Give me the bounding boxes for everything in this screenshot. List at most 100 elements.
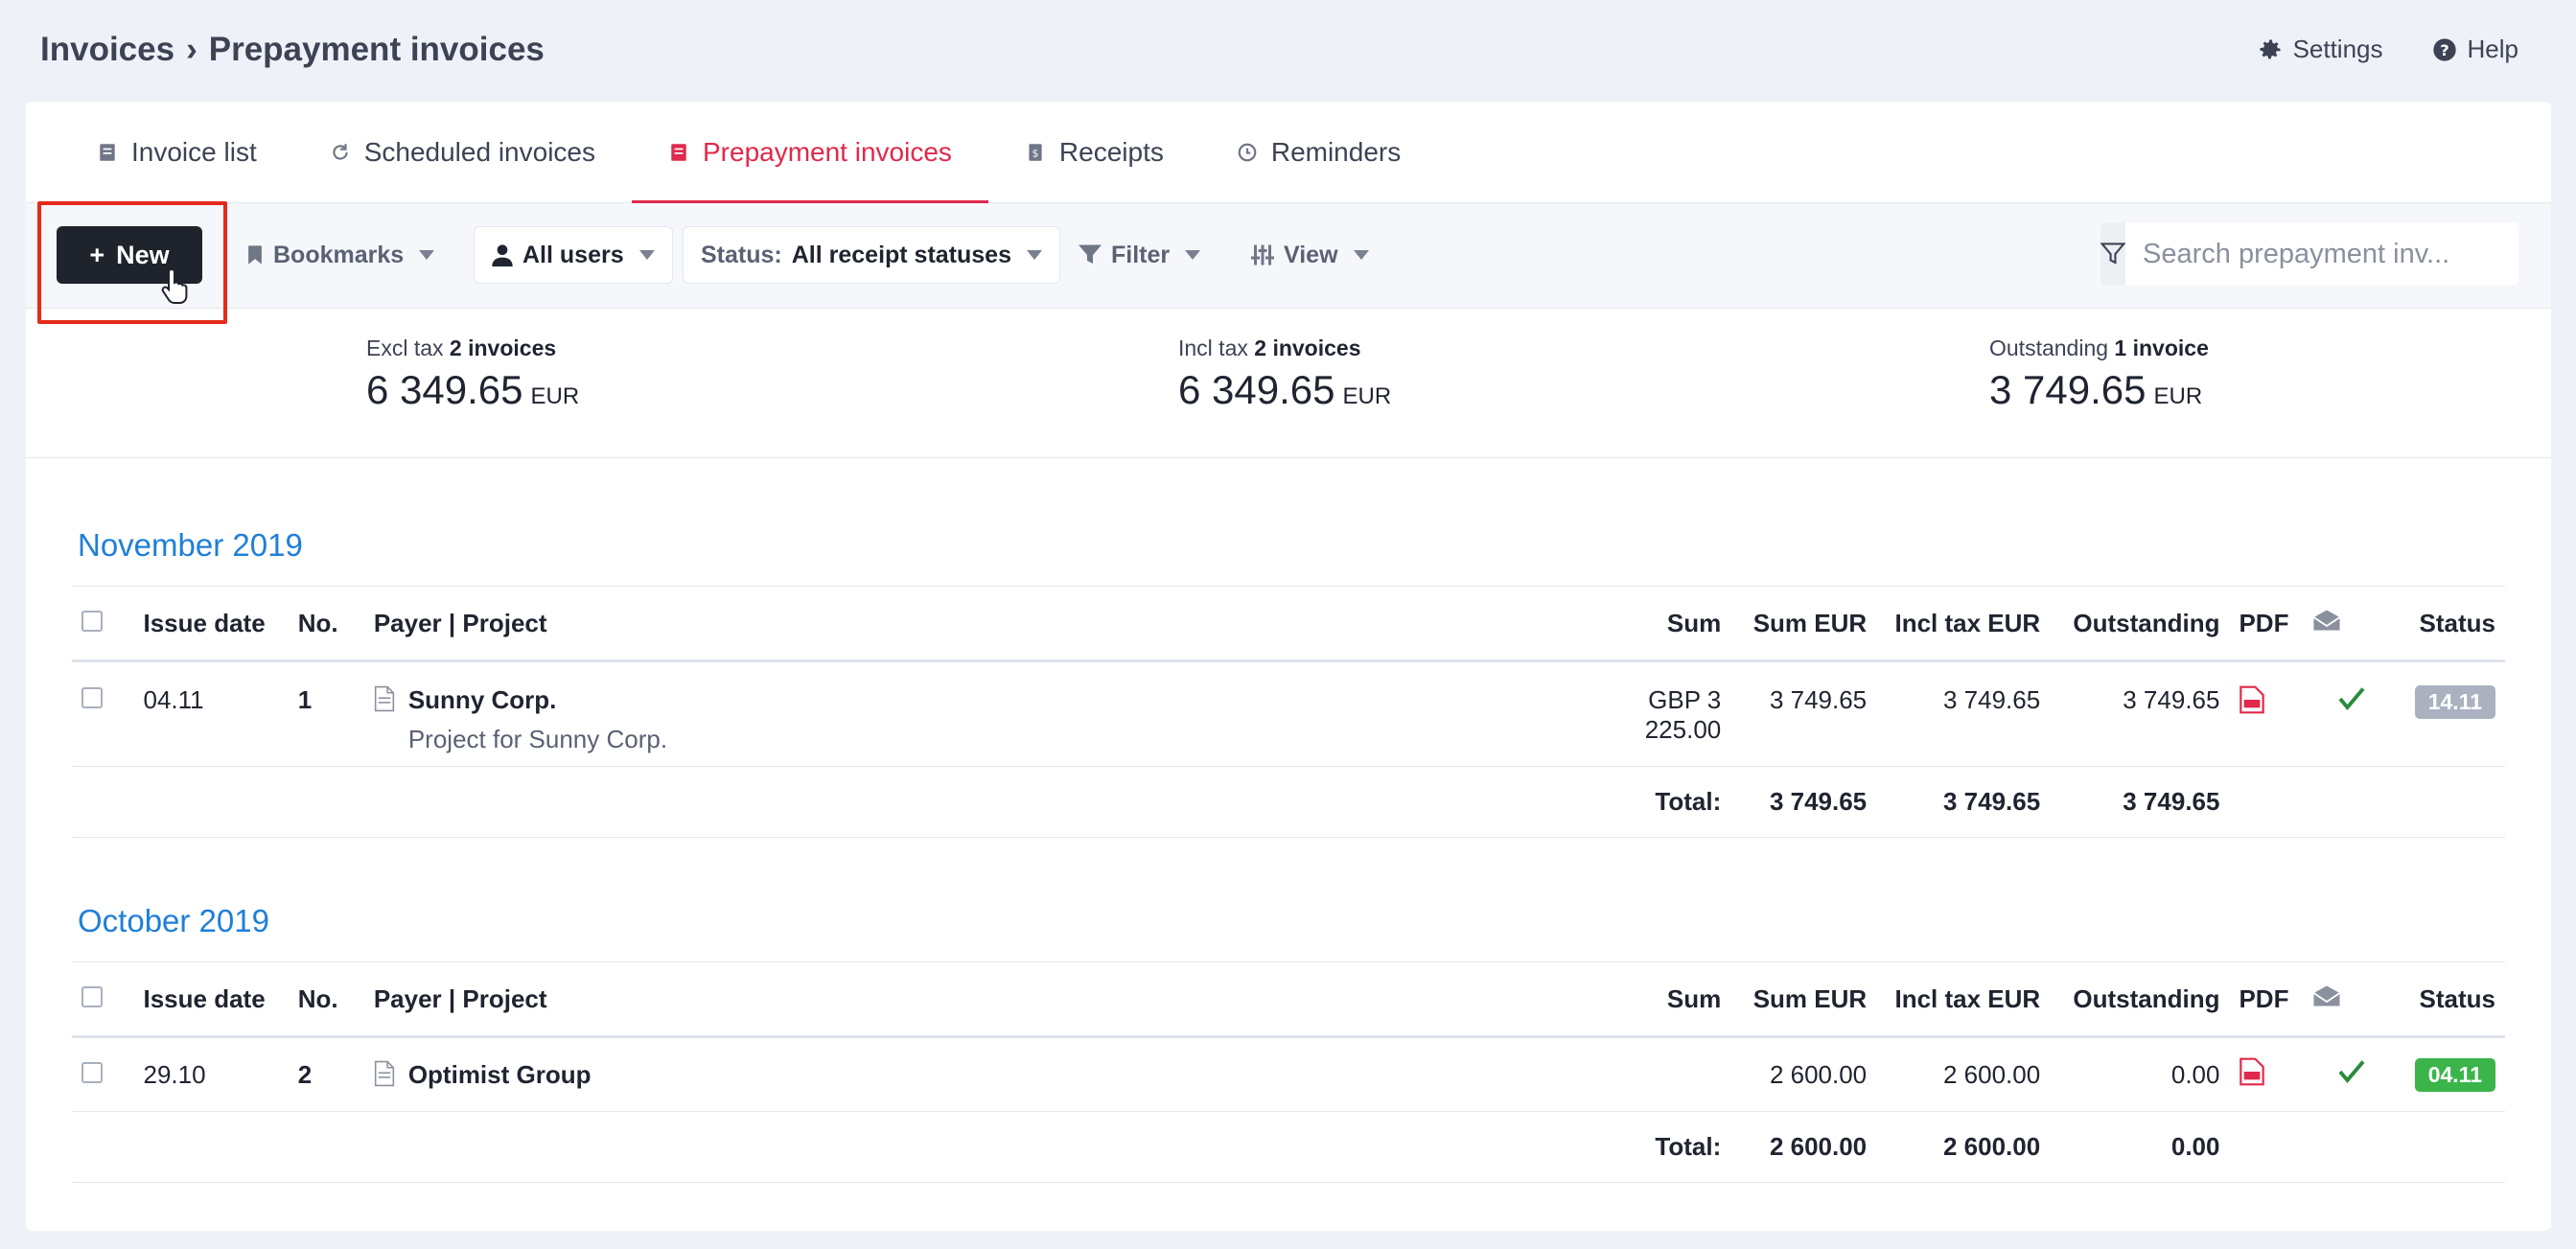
- status-badge[interactable]: 04.11: [2414, 1057, 2495, 1092]
- search-input[interactable]: [2125, 222, 2521, 286]
- filter-dropdown[interactable]: Filter: [1079, 226, 1201, 284]
- tab-label: Receipts: [1058, 136, 1164, 167]
- table-total-row: Total: 2 600.00 2 600.00 0.00: [72, 1111, 2505, 1183]
- col-payer[interactable]: Payer | Project: [363, 586, 1562, 662]
- cell-date: 04.11: [133, 660, 289, 767]
- cell-outstanding: 3 749.65: [2050, 660, 2230, 767]
- invoice-table-november: Issue date No. Payer | Project Sum Sum E…: [72, 586, 2505, 838]
- status-value: All receipt statuses: [791, 241, 1011, 268]
- cell-sum-eur: 2 600.00: [1730, 1036, 1877, 1112]
- payer-cell: Optimist Group: [374, 1060, 1552, 1090]
- section-title-november: November 2019: [78, 527, 303, 563]
- tab-invoice-list[interactable]: Invoice list: [60, 102, 293, 202]
- total-outstanding: 3 749.65: [2050, 766, 2230, 838]
- col-pdf: PDF: [2229, 586, 2304, 662]
- tab-label: Prepayment invoices: [703, 136, 952, 167]
- breadcrumb: Invoices › Prepayment invoices: [40, 31, 545, 69]
- tabs: Invoice list Scheduled invoices Prepayme…: [26, 102, 2551, 203]
- gear-icon: [2260, 39, 2281, 58]
- cell-no: 1: [288, 660, 364, 767]
- table-total-row: Total: 3 749.65 3 749.65 3 749.65: [72, 766, 2505, 838]
- project-name: Project for Sunny Corp.: [407, 725, 668, 753]
- clock-icon: [1238, 143, 1257, 161]
- cell-incl-tax: 3 749.65: [1876, 660, 2051, 767]
- bookmarks-label: Bookmarks: [273, 241, 405, 268]
- users-dropdown[interactable]: All users: [474, 226, 673, 284]
- hand-cursor-icon: [161, 267, 188, 304]
- main-card: Invoice list Scheduled invoices Prepayme…: [26, 102, 2551, 1231]
- select-all-checkbox[interactable]: [81, 610, 103, 632]
- view-dropdown[interactable]: View: [1251, 226, 1369, 284]
- user-icon: [492, 244, 513, 266]
- stat-value: 6 349.65 EUR: [1178, 367, 1392, 412]
- stat-excl-tax: Excl tax 2 invoices 6 349.65 EUR: [366, 335, 579, 413]
- chevron-down-icon: [1353, 250, 1369, 260]
- total-outstanding: 0.00: [2050, 1111, 2230, 1183]
- table-row[interactable]: 29.10 2 Optimist Group 2 600.00 2 600.00…: [72, 1036, 2505, 1112]
- receipt-icon: $: [1029, 143, 1042, 161]
- invoice-list-icon: [100, 143, 115, 161]
- col-outstanding[interactable]: Outstanding: [2050, 961, 2230, 1038]
- status-dropdown[interactable]: Status: All receipt statuses: [683, 226, 1060, 284]
- search-box: [2100, 222, 2521, 286]
- tab-scheduled-invoices[interactable]: Scheduled invoices: [293, 102, 632, 202]
- breadcrumb-separator: ›: [186, 31, 197, 68]
- stat-value: 6 349.65 EUR: [366, 367, 580, 412]
- breadcrumb-root[interactable]: Invoices: [40, 31, 174, 69]
- help-button[interactable]: ? Help: [2431, 35, 2518, 64]
- plus-icon: +: [89, 240, 105, 269]
- bookmark-icon: [248, 245, 262, 265]
- tab-reminders[interactable]: Reminders: [1200, 102, 1437, 202]
- stat-label: Incl tax 2 invoices: [1178, 335, 1361, 360]
- tab-receipts[interactable]: $ Receipts: [988, 102, 1200, 202]
- col-outstanding[interactable]: Outstanding: [2050, 586, 2230, 662]
- col-sum[interactable]: Sum: [1561, 586, 1731, 662]
- bookmarks-dropdown[interactable]: Bookmarks: [246, 226, 435, 284]
- refresh-icon: [333, 143, 348, 160]
- stat-value: 3 749.65 EUR: [1989, 367, 2203, 412]
- total-sum-eur: 2 600.00: [1730, 1111, 1877, 1183]
- col-issue-date[interactable]: Issue date: [133, 586, 289, 662]
- col-issue-date[interactable]: Issue date: [133, 961, 289, 1038]
- status-badge[interactable]: 14.11: [2414, 685, 2495, 719]
- col-sum[interactable]: Sum: [1561, 961, 1731, 1038]
- total-incl-tax: 2 600.00: [1876, 1111, 2051, 1183]
- col-sum-eur[interactable]: Sum EUR: [1730, 961, 1877, 1038]
- cell-incl-tax: 2 600.00: [1876, 1036, 2051, 1112]
- breadcrumb-current: Prepayment invoices: [208, 31, 545, 68]
- table-header: Issue date No. Payer | Project Sum Sum E…: [72, 586, 2505, 662]
- users-label: All users: [522, 241, 624, 268]
- help-icon: ?: [2432, 37, 2456, 61]
- search-filter-button[interactable]: [2100, 222, 2125, 286]
- col-no[interactable]: No.: [288, 961, 364, 1038]
- row-checkbox[interactable]: [81, 1061, 103, 1083]
- table-row[interactable]: 04.11 1 Sunny Corp. Project for Sunny Co…: [72, 660, 2505, 767]
- col-payer[interactable]: Payer | Project: [363, 961, 1562, 1038]
- sliders-icon: [1251, 244, 1274, 266]
- col-incl-tax[interactable]: Incl tax EUR: [1876, 961, 2051, 1038]
- table-header: Issue date No. Payer | Project Sum Sum E…: [72, 961, 2505, 1038]
- svg-text:$: $: [1032, 147, 1038, 159]
- col-no[interactable]: No.: [288, 586, 364, 662]
- checkmark-icon: [2338, 687, 2365, 711]
- settings-button[interactable]: Settings: [2257, 35, 2383, 64]
- total-label: Total:: [1561, 766, 1731, 838]
- col-status[interactable]: Status: [2401, 961, 2505, 1038]
- row-checkbox[interactable]: [81, 687, 103, 708]
- funnel-icon: [1079, 244, 1102, 264]
- col-sum-eur[interactable]: Sum EUR: [1730, 586, 1877, 662]
- tab-prepayment-invoices[interactable]: Prepayment invoices: [632, 102, 988, 203]
- col-incl-tax[interactable]: Incl tax EUR: [1876, 586, 2051, 662]
- checkmark-icon: [2338, 1059, 2365, 1083]
- cell-outstanding: 0.00: [2050, 1036, 2230, 1112]
- envelope-open-icon: [2313, 985, 2341, 1006]
- payer-name[interactable]: Optimist Group: [408, 1060, 592, 1090]
- pdf-icon[interactable]: [2239, 1057, 2265, 1086]
- col-status[interactable]: Status: [2401, 586, 2505, 662]
- pdf-icon[interactable]: [2239, 685, 2265, 714]
- cell-sum-eur: 3 749.65: [1730, 660, 1877, 767]
- stat-label: Outstanding 1 invoice: [1989, 335, 2209, 360]
- select-all-checkbox[interactable]: [81, 985, 103, 1007]
- payer-name[interactable]: Sunny Corp.: [408, 685, 667, 715]
- new-label: New: [116, 240, 170, 269]
